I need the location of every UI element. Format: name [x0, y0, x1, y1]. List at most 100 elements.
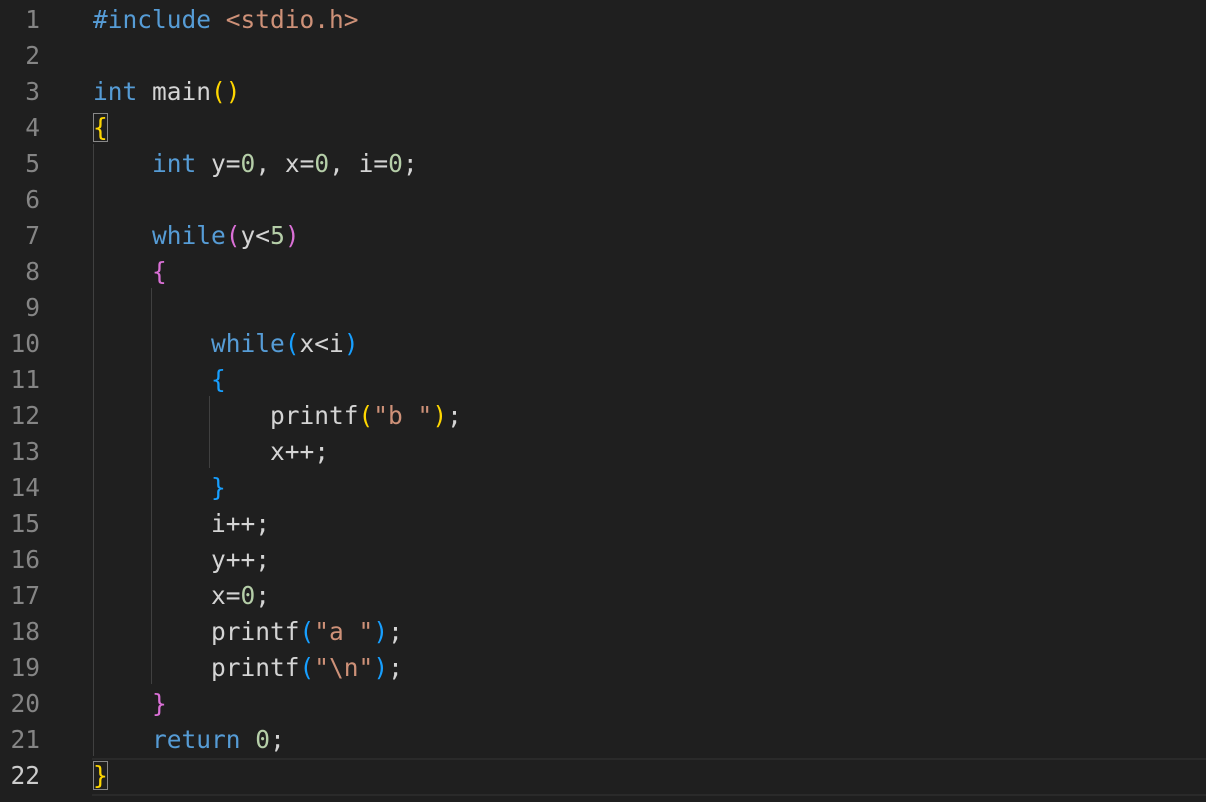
- bracket-token: (: [225, 221, 241, 250]
- line-number: 4: [25, 113, 40, 142]
- line-number: 11: [10, 365, 40, 394]
- bracket-token: (: [284, 329, 300, 358]
- bracket-token: {: [152, 257, 167, 286]
- number-token: 0: [255, 725, 271, 754]
- number-token: 5: [270, 221, 285, 250]
- code-line[interactable]: return 0;: [93, 722, 285, 758]
- code-line[interactable]: i++;: [93, 506, 270, 542]
- plain-token: y=: [196, 149, 241, 178]
- plain-token: x++;: [270, 437, 330, 466]
- line-number: 9: [25, 293, 40, 322]
- plain-token: , i=: [329, 149, 389, 178]
- bracket-token: {: [93, 113, 108, 142]
- code-line[interactable]: {: [93, 362, 226, 398]
- plain-token: i++;: [211, 509, 271, 538]
- code-line[interactable]: {: [93, 110, 108, 146]
- string-token: "b ": [373, 401, 433, 430]
- preproc-token: #include: [93, 5, 212, 34]
- plain-token: ;: [388, 653, 403, 682]
- line-number: 1: [25, 5, 40, 34]
- number-token: 0: [314, 149, 330, 178]
- line-number: 2: [25, 41, 40, 70]
- code-line[interactable]: #include <stdio.h>: [93, 2, 359, 38]
- bracket-token: ): [373, 653, 389, 682]
- bracket-token: ): [284, 221, 300, 250]
- code-line[interactable]: printf("\n");: [93, 650, 403, 686]
- line-number: 3: [25, 77, 40, 106]
- plain-token: main: [137, 77, 212, 106]
- code-line[interactable]: int y=0, x=0, i=0;: [93, 146, 418, 182]
- plain-token: ;: [402, 149, 418, 178]
- number-token: 0: [240, 581, 256, 610]
- line-number: 22: [10, 761, 40, 790]
- number-token: 0: [240, 149, 256, 178]
- code-line[interactable]: y++;: [93, 542, 270, 578]
- code-line[interactable]: int main(): [93, 74, 241, 110]
- line-number: 19: [10, 653, 40, 682]
- code-line[interactable]: {: [93, 254, 167, 290]
- plain-token: x<i: [299, 329, 344, 358]
- plain-token: y<: [240, 221, 271, 250]
- line-number: 15: [10, 509, 40, 538]
- plain-token: ;: [447, 401, 462, 430]
- code-area[interactable]: #include <stdio.h> int main(){ int y=0, x…: [93, 0, 1206, 802]
- line-number-gutter[interactable]: 1 2 3 4 5 6 7 8 9 10 11 12 13 14 15 16 17 18 19 20 21 22: [0, 0, 92, 802]
- code-line[interactable]: x++;: [93, 434, 329, 470]
- line-number: 18: [10, 617, 40, 646]
- bracket-token: ): [343, 329, 359, 358]
- code-line[interactable]: }: [93, 758, 108, 794]
- line-number: 5: [25, 149, 40, 178]
- keyword-token: int: [152, 149, 197, 178]
- line-number: 6: [25, 185, 40, 214]
- code-editor[interactable]: 1 2 3 4 5 6 7 8 9 10 11 12 13 14 15 16 17 18 19 20 21 22 #inc…: [0, 0, 1206, 802]
- string-token: "a ": [314, 617, 374, 646]
- plain-token: printf: [211, 653, 300, 682]
- plain-token: printf: [211, 617, 300, 646]
- code-line[interactable]: printf("a ");: [93, 614, 403, 650]
- code-line[interactable]: while(x<i): [93, 326, 359, 362]
- code-line[interactable]: while(y<5): [93, 218, 300, 254]
- bracket-token: }: [211, 473, 226, 502]
- code-line[interactable]: }: [93, 686, 167, 722]
- line-number: 7: [25, 221, 40, 250]
- bracket-token: (: [299, 617, 315, 646]
- line-number: 10: [10, 329, 40, 358]
- bracket-token: (: [299, 653, 315, 682]
- string-token: "\n": [314, 653, 374, 682]
- bracket-token: ): [432, 401, 448, 430]
- code-line[interactable]: }: [93, 470, 226, 506]
- plain-token: ;: [388, 617, 403, 646]
- code-line[interactable]: printf("b ");: [93, 398, 462, 434]
- line-number: 16: [10, 545, 40, 574]
- bracket-token: (: [358, 401, 374, 430]
- number-token: 0: [388, 149, 403, 178]
- bracket-token: (): [211, 77, 241, 106]
- plain-token: x=: [211, 581, 241, 610]
- line-number: 21: [10, 725, 40, 754]
- keyword-token: while: [211, 329, 285, 358]
- plain-token: printf: [270, 401, 359, 430]
- code-line[interactable]: x=0;: [93, 578, 270, 614]
- bracket-token: }: [152, 689, 167, 718]
- keyword-token: while: [152, 221, 226, 250]
- plain-token: ;: [255, 581, 271, 610]
- line-number: 14: [10, 473, 40, 502]
- bracket-token: ): [373, 617, 389, 646]
- plain-token: y++;: [211, 545, 271, 574]
- bracket-token: {: [211, 365, 226, 394]
